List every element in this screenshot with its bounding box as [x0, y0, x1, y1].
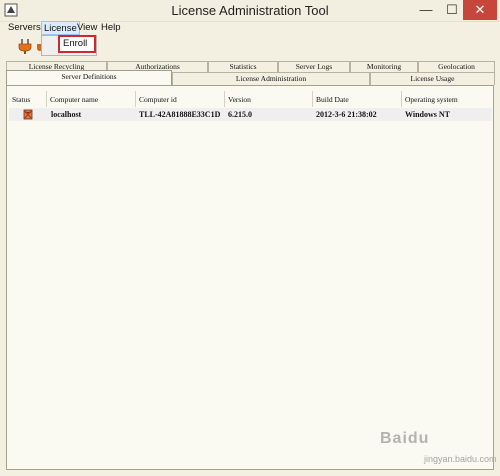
cell-version: 6.215.0	[228, 110, 252, 119]
column-header-computer-id[interactable]: Computer id	[139, 95, 177, 104]
cell-computer-name: localhost	[51, 110, 82, 119]
tab-geolocation[interactable]: Geolocation	[418, 61, 495, 72]
watermark-subtext: jingyan.baidu.com	[424, 454, 497, 464]
minimize-button[interactable]: —	[412, 0, 440, 20]
column-divider[interactable]	[46, 91, 47, 107]
column-divider[interactable]	[401, 91, 402, 107]
table-header: Status Computer name Computer id Version…	[9, 91, 492, 107]
column-divider[interactable]	[224, 91, 225, 107]
column-header-computer-name[interactable]: Computer name	[50, 95, 98, 104]
menu-servers[interactable]: Servers	[8, 22, 41, 33]
menu-view[interactable]: View	[77, 22, 97, 33]
tab-license-usage[interactable]: License Usage	[370, 72, 495, 85]
table-row[interactable]: localhost TLL-42A81888E33C1D 6.215.0 201…	[9, 108, 492, 121]
column-header-operating-system[interactable]: Operating system	[405, 95, 458, 104]
column-header-version[interactable]: Version	[228, 95, 251, 104]
column-divider[interactable]	[135, 91, 136, 107]
maximize-button[interactable]: ☐	[438, 0, 466, 20]
close-button[interactable]: ✕	[463, 0, 497, 20]
app-window: License Administration Tool — ☐ ✕ Server…	[0, 0, 500, 476]
cell-computer-id: TLL-42A81888E33C1D	[139, 110, 221, 119]
cell-operating-system: Windows NT	[405, 110, 450, 119]
tab-statistics[interactable]: Statistics	[208, 61, 278, 72]
column-header-build-date[interactable]: Build Date	[316, 95, 349, 104]
menu-item-enroll[interactable]: Enroll	[63, 38, 87, 49]
server-definitions-panel	[6, 85, 494, 470]
cell-build-date: 2012-3-6 21:38:02	[316, 110, 377, 119]
menu-help[interactable]: Help	[101, 22, 121, 33]
column-divider[interactable]	[312, 91, 313, 107]
title-bar: License Administration Tool — ☐ ✕	[0, 0, 500, 22]
baidu-watermark: Baidu jingyan.baidu.com	[374, 422, 497, 472]
menu-license[interactable]: License	[41, 21, 80, 35]
tab-server-logs[interactable]: Server Logs	[278, 61, 350, 72]
column-header-status[interactable]: Status	[12, 95, 30, 104]
plug-icon[interactable]	[18, 38, 32, 54]
tab-license-administration[interactable]: License Administration	[172, 72, 370, 85]
server-disconnected-icon	[23, 109, 33, 120]
tab-monitoring[interactable]: Monitoring	[350, 61, 418, 72]
watermark-text: Baidu	[380, 430, 430, 447]
menu-bar: Servers License View Help	[0, 21, 500, 36]
menu-icon-strip	[42, 36, 59, 55]
tab-server-definitions[interactable]: Server Definitions	[6, 70, 172, 85]
